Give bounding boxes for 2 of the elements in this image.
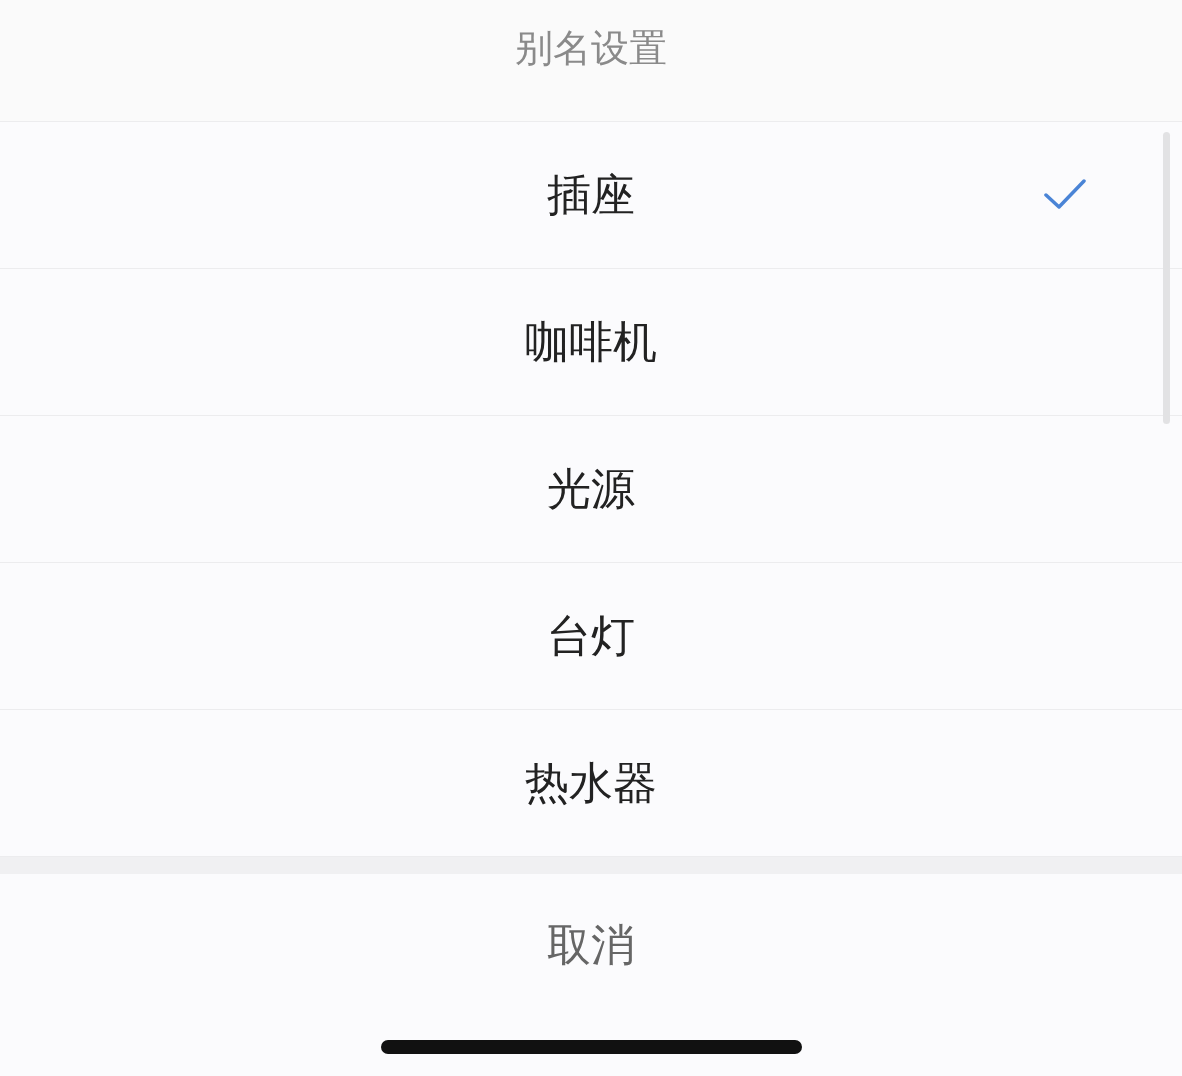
sheet-title: 别名设置: [515, 25, 667, 72]
scrollbar[interactable]: [1163, 132, 1170, 424]
